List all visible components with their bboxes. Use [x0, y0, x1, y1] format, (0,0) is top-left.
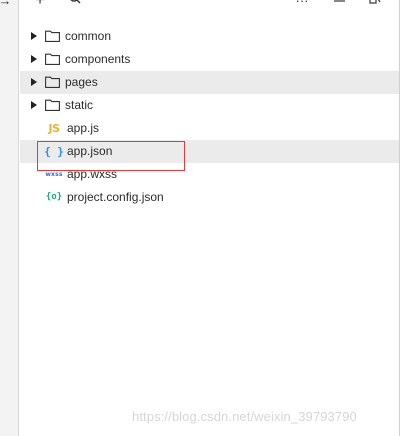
tree-item-label: components — [65, 52, 131, 66]
file-tree: common components pages static JS app.js… — [20, 25, 399, 209]
chevron-right-icon[interactable] — [31, 55, 37, 63]
layout-icon[interactable] — [368, 0, 382, 8]
folder-icon — [45, 53, 60, 65]
folder-icon — [45, 76, 60, 88]
explorer-toolbar: → + ··· — [0, 0, 414, 9]
plus-icon[interactable]: + — [33, 0, 47, 9]
tree-item-project-config-json[interactable]: {o} project.config.json — [20, 186, 399, 209]
js-file-icon: JS — [48, 121, 60, 135]
more-icon[interactable]: ··· — [295, 0, 309, 8]
tree-item-components[interactable]: components — [20, 48, 399, 71]
chevron-right-icon[interactable] — [31, 101, 37, 109]
watermark: https://blog.csdn.net/weixin_39793790 — [132, 409, 357, 424]
tree-item-label: project.config.json — [67, 190, 164, 204]
arrow-right-icon[interactable]: → — [0, 0, 12, 8]
folder-icon — [45, 99, 60, 111]
tree-item-label: static — [65, 98, 94, 112]
tree-item-label: pages — [65, 75, 98, 89]
search-icon[interactable] — [68, 0, 82, 8]
file-explorer-panel: → + ··· common components pages static J… — [0, 0, 414, 436]
chevron-right-icon[interactable] — [31, 32, 37, 40]
tree-item-label: app.js — [67, 121, 100, 135]
collapse-icon[interactable] — [332, 0, 346, 8]
tree-item-common[interactable]: common — [20, 25, 399, 48]
tree-item-pages[interactable]: pages — [20, 71, 399, 94]
tree-item-app-js[interactable]: JS app.js — [20, 117, 399, 140]
config-file-icon: {o} — [45, 192, 63, 202]
left-gutter — [0, 0, 19, 436]
tree-item-label: common — [65, 29, 112, 43]
folder-icon — [45, 30, 60, 42]
chevron-right-icon[interactable] — [31, 78, 37, 86]
panel-divider — [399, 0, 400, 436]
tree-item-static[interactable]: static — [20, 94, 399, 117]
selection-highlight-box — [37, 141, 185, 171]
